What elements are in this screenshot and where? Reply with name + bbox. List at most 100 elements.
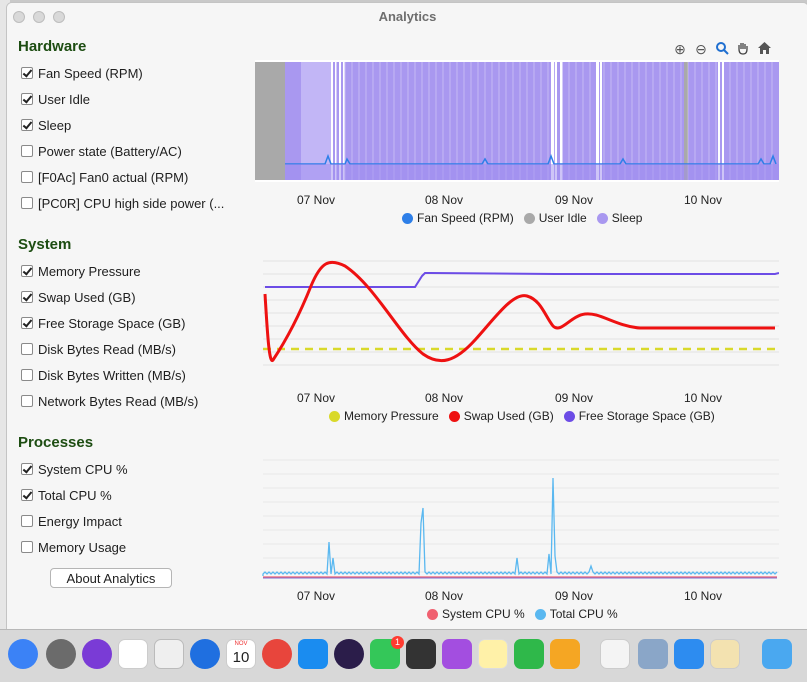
- legend-label: Free Storage Space (GB): [578, 409, 715, 423]
- mail-icon[interactable]: [674, 639, 704, 669]
- checkbox[interactable]: [21, 463, 33, 475]
- legend-item[interactable]: Sleep: [596, 211, 642, 225]
- checkbox[interactable]: [21, 343, 33, 355]
- home-icon[interactable]: [756, 41, 772, 57]
- checkbox-row-memory-usage[interactable]: Memory Usage: [21, 537, 126, 557]
- processes-chart[interactable]: [255, 458, 779, 582]
- checkbox-row-fan-speed-rpm[interactable]: Fan Speed (RPM): [21, 63, 143, 83]
- legend-item[interactable]: Memory Pressure: [329, 409, 439, 423]
- siri-icon[interactable]: [334, 639, 364, 669]
- checkbox[interactable]: [21, 291, 33, 303]
- checkbox[interactable]: [21, 145, 33, 157]
- downloads-folder-icon[interactable]: [762, 639, 792, 669]
- checkbox[interactable]: [21, 197, 33, 209]
- window-title: Analytics: [378, 9, 437, 24]
- checkbox-row-energy-impact[interactable]: Energy Impact: [21, 511, 122, 531]
- calculator-icon[interactable]: [406, 639, 436, 669]
- legend-label: User Idle: [538, 211, 587, 225]
- safari-icon[interactable]: [8, 639, 38, 669]
- checkbox[interactable]: [21, 317, 33, 329]
- legend-swatch: [563, 410, 575, 422]
- checkbox[interactable]: [21, 489, 33, 501]
- sleep-gap: [339, 62, 341, 180]
- checkbox-row-disk-bytes-written-mb-s[interactable]: Disk Bytes Written (MB/s): [21, 365, 186, 385]
- system-preferences-icon[interactable]: [46, 639, 76, 669]
- hardware-chart[interactable]: [255, 60, 779, 182]
- notes-icon[interactable]: [478, 639, 508, 669]
- legend-item[interactable]: Free Storage Space (GB): [563, 409, 715, 423]
- legend-item[interactable]: User Idle: [523, 211, 587, 225]
- processes-legend: System CPU % Total CPU %: [427, 607, 628, 621]
- screenshot-icon[interactable]: [154, 639, 184, 669]
- free-storage-line: [265, 272, 779, 288]
- checkbox-label: Energy Impact: [38, 513, 122, 529]
- sleep-gap: [718, 62, 720, 180]
- firefox-icon[interactable]: [82, 639, 112, 669]
- podcasts-icon[interactable]: [442, 639, 472, 669]
- checkbox-row-swap-used-gb[interactable]: Swap Used (GB): [21, 287, 136, 307]
- checkbox-row-system-cpu[interactable]: System CPU %: [21, 459, 128, 479]
- section-title-system: System: [18, 236, 72, 253]
- checkbox-row-network-bytes-read-mb-s[interactable]: Network Bytes Read (MB/s): [21, 391, 198, 411]
- checkbox[interactable]: [21, 515, 33, 527]
- checkbox[interactable]: [21, 265, 33, 277]
- user-idle-area: [255, 62, 285, 180]
- taskheat-icon[interactable]: [710, 639, 740, 669]
- textedit-icon[interactable]: [600, 639, 630, 669]
- x-tick-label: 09 Nov: [555, 589, 594, 603]
- checkbox[interactable]: [21, 369, 33, 381]
- checkbox-row-pc0r-cpu-high-side-power[interactable]: [PC0R] CPU high side power (...: [21, 193, 224, 213]
- sleep-gap: [331, 62, 333, 180]
- checkbox-row-free-storage-space-gb[interactable]: Free Storage Space (GB): [21, 313, 185, 333]
- user-idle-area: [684, 62, 688, 180]
- pan-hand-icon[interactable]: [735, 41, 751, 57]
- legend-label: System CPU %: [442, 607, 525, 621]
- checkbox[interactable]: [21, 93, 33, 105]
- malwarebytes-icon[interactable]: [190, 639, 220, 669]
- checkbox[interactable]: [21, 171, 33, 183]
- swap-used-line: [263, 260, 775, 363]
- app-store-icon[interactable]: [298, 639, 328, 669]
- photos-icon[interactable]: [118, 639, 148, 669]
- checkbox-row-user-idle[interactable]: User Idle: [21, 89, 90, 109]
- legend-item[interactable]: Fan Speed (RPM): [402, 211, 514, 225]
- checkbox-label: Power state (Battery/AC): [38, 143, 182, 159]
- fan-speed-area: [285, 164, 779, 180]
- legend-swatch: [523, 212, 535, 224]
- checkbox[interactable]: [21, 541, 33, 553]
- sleep-gap: [335, 62, 337, 180]
- x-tick-label: 08 Nov: [425, 391, 464, 405]
- x-tick-label: 07 Nov: [297, 193, 336, 207]
- legend-item[interactable]: System CPU %: [427, 607, 525, 621]
- calendar-day: 10: [232, 649, 250, 666]
- checkbox-label: System CPU %: [38, 461, 128, 477]
- zoom-in-icon[interactable]: ⊕: [672, 41, 688, 57]
- title-bar: Analytics: [7, 3, 807, 29]
- x-tick-label: 09 Nov: [555, 193, 594, 207]
- total-cpu-line: [262, 477, 778, 576]
- calendar-icon[interactable]: NOV 10: [226, 639, 256, 669]
- checkbox-label: Disk Bytes Written (MB/s): [38, 367, 186, 383]
- checkbox-label: Memory Pressure: [38, 263, 141, 279]
- checkbox-row-sleep[interactable]: Sleep: [21, 115, 71, 135]
- zoom-out-icon[interactable]: ⊖: [693, 41, 709, 57]
- checkbox-row-disk-bytes-read-mb-s[interactable]: Disk Bytes Read (MB/s): [21, 339, 176, 359]
- legend-item[interactable]: Total CPU %: [534, 607, 618, 621]
- checkbox[interactable]: [21, 119, 33, 131]
- preview-icon[interactable]: [638, 639, 668, 669]
- system-chart[interactable]: [255, 256, 779, 384]
- checkbox-label: Sleep: [38, 117, 72, 133]
- pages-icon[interactable]: [550, 639, 580, 669]
- checkbox[interactable]: [21, 395, 33, 407]
- checkbox-row-f0ac-fan0-actual-rpm[interactable]: [F0Ac] Fan0 actual (RPM): [21, 167, 188, 187]
- zoom-region-icon[interactable]: [714, 41, 730, 57]
- about-analytics-button[interactable]: About Analytics: [50, 568, 172, 588]
- checkbox-row-memory-pressure[interactable]: Memory Pressure: [21, 261, 141, 281]
- numbers-icon[interactable]: [514, 639, 544, 669]
- legend-swatch: [596, 212, 608, 224]
- legend-item[interactable]: Swap Used (GB): [448, 409, 554, 423]
- checkbox[interactable]: [21, 67, 33, 79]
- checkbox-row-power-state-battery-ac[interactable]: Power state (Battery/AC): [21, 141, 182, 161]
- chrome-icon[interactable]: [262, 639, 292, 669]
- checkbox-row-total-cpu[interactable]: Total CPU %: [21, 485, 112, 505]
